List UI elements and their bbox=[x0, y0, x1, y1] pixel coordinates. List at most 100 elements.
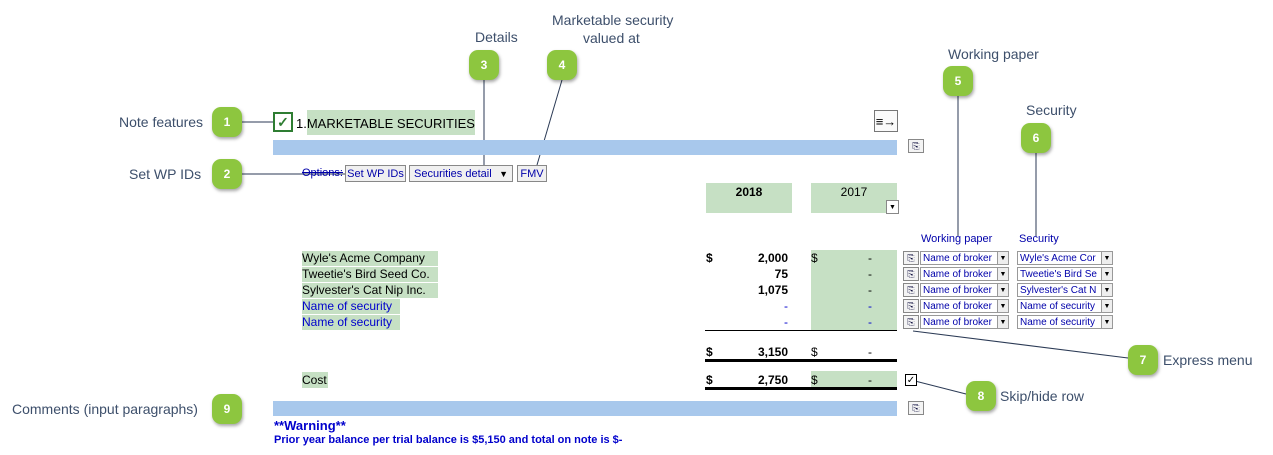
total-prior-dollar: $ bbox=[811, 345, 818, 359]
fmv-button[interactable]: FMV bbox=[517, 165, 547, 182]
screenshot-root: Note features Set WP IDs Details Marketa… bbox=[0, 0, 1273, 455]
dropdown-arrow-icon: ▼ bbox=[1101, 252, 1112, 264]
callout-badge-2: 2 bbox=[212, 159, 242, 189]
callout-badge-9: 9 bbox=[212, 394, 242, 424]
working-paper-value: Name of broker bbox=[923, 252, 992, 264]
row-prior: - bbox=[868, 315, 872, 329]
security-dropdown[interactable]: Tweetie's Bird Se ▼ bbox=[1017, 267, 1113, 281]
callout-comments: Comments (input paragraphs) bbox=[12, 401, 198, 417]
dropdown-arrow-icon: ▼ bbox=[997, 252, 1008, 264]
security-value: Tweetie's Bird Se bbox=[1020, 268, 1097, 280]
comments-bar[interactable] bbox=[273, 401, 897, 416]
dropdown-arrow-icon: ▼ bbox=[1101, 268, 1112, 280]
security-dropdown[interactable]: Name of security ▼ bbox=[1017, 299, 1113, 313]
cost-prior: - bbox=[868, 373, 872, 387]
options-label: Options: bbox=[302, 167, 343, 179]
security-value: Wyle's Acme Cor bbox=[1020, 252, 1096, 264]
note-checkbox[interactable]: ✓ bbox=[273, 112, 293, 132]
working-paper-value: Name of broker bbox=[923, 268, 992, 280]
working-paper-value: Name of broker bbox=[923, 284, 992, 296]
row-label: Name of security bbox=[302, 315, 393, 329]
row-express-menu-icon[interactable]: ⎘ bbox=[903, 315, 919, 329]
securities-detail-label: Securities detail bbox=[414, 167, 492, 180]
security-dropdown[interactable]: Sylvester's Cat N ▼ bbox=[1017, 283, 1113, 297]
year-gap bbox=[792, 198, 802, 213]
working-paper-dropdown[interactable]: Name of broker ▼ bbox=[920, 251, 1009, 265]
dropdown-arrow-icon: ▼ bbox=[997, 316, 1008, 328]
express-menu-icon[interactable]: ⎘ bbox=[908, 139, 924, 153]
row-prior: - bbox=[868, 283, 872, 297]
callout-marketable-security-1: Marketable security bbox=[552, 12, 674, 28]
security-value: Sylvester's Cat N bbox=[1020, 284, 1097, 296]
cost-prior-dollar: $ bbox=[811, 373, 818, 387]
callout-lines bbox=[241, 79, 1129, 395]
working-paper-dropdown[interactable]: Name of broker ▼ bbox=[920, 315, 1009, 329]
callout-express-menu: Express menu bbox=[1163, 352, 1253, 368]
securities-detail-dropdown[interactable]: Securities detail ▼ bbox=[409, 165, 513, 182]
note-heading-bar[interactable] bbox=[273, 140, 897, 155]
security-value: Name of security bbox=[1020, 316, 1096, 328]
row-prior-dollar: $ bbox=[811, 251, 818, 265]
row-label: Tweetie's Bird Seed Co. bbox=[302, 267, 430, 281]
dropdown-arrow-icon: ▼ bbox=[997, 268, 1008, 280]
callout-details: Details bbox=[475, 29, 518, 45]
cost-current: 2,750 bbox=[757, 373, 788, 387]
dropdown-arrow-icon: ▼ bbox=[1101, 284, 1112, 296]
dropdown-arrow-icon: ▼ bbox=[1101, 300, 1112, 312]
row-label: Name of security bbox=[302, 299, 393, 313]
callout-badge-8: 8 bbox=[966, 381, 996, 411]
callout-badge-1: 1 bbox=[212, 107, 242, 137]
rows-underline bbox=[705, 330, 897, 331]
security-dropdown[interactable]: Name of security ▼ bbox=[1017, 315, 1113, 329]
warning-title: **Warning** bbox=[274, 418, 346, 433]
note-menu-icon[interactable]: ≡→ bbox=[874, 110, 898, 132]
row-prior: - bbox=[868, 251, 872, 265]
row-current: - bbox=[784, 315, 788, 329]
row-current: 75 bbox=[774, 267, 788, 281]
total-dollar: $ bbox=[706, 345, 713, 359]
callout-badge-6: 6 bbox=[1021, 123, 1051, 153]
row-express-menu-icon[interactable]: ⎘ bbox=[903, 251, 919, 265]
callout-badge-3: 3 bbox=[469, 50, 499, 80]
cost-underline bbox=[705, 387, 897, 390]
row-current: 1,075 bbox=[757, 283, 788, 297]
row-current: 2,000 bbox=[757, 251, 788, 265]
working-paper-dropdown[interactable]: Name of broker ▼ bbox=[920, 299, 1009, 313]
col-working-paper: Working paper bbox=[921, 233, 993, 245]
callout-badge-5: 5 bbox=[943, 66, 973, 96]
col-security: Security bbox=[1019, 233, 1059, 245]
working-paper-dropdown[interactable]: Name of broker ▼ bbox=[920, 267, 1009, 281]
dropdown-arrow-icon: ▼ bbox=[499, 168, 508, 179]
row-express-menu-icon[interactable]: ⎘ bbox=[903, 283, 919, 297]
cost-dollar: $ bbox=[706, 373, 713, 387]
callout-note-features: Note features bbox=[119, 114, 204, 130]
row-label: Sylvester's Cat Nip Inc. bbox=[302, 283, 426, 297]
total-current: 3,150 bbox=[757, 345, 788, 359]
total-underline bbox=[705, 359, 897, 362]
row-express-menu-icon[interactable]: ⎘ bbox=[903, 267, 919, 281]
callout-badge-7: 7 bbox=[1128, 345, 1158, 375]
dropdown-arrow-icon: ▼ bbox=[1101, 316, 1112, 328]
callout-security: Security bbox=[1026, 102, 1077, 118]
warning-message: Prior year balance per trial balance is … bbox=[274, 434, 623, 446]
working-paper-value: Name of broker bbox=[923, 300, 992, 312]
year-prior: 2017 bbox=[840, 185, 868, 199]
callout-set-wp-ids: Set WP IDs bbox=[129, 166, 202, 182]
working-paper-dropdown[interactable]: Name of broker ▼ bbox=[920, 283, 1009, 297]
total-prior: - bbox=[868, 345, 872, 359]
year-dropdown-arrow-icon[interactable]: ▼ bbox=[886, 200, 899, 214]
row-prior: - bbox=[868, 267, 872, 281]
comments-express-icon[interactable]: ⎘ bbox=[908, 401, 924, 415]
note-title: 1.MARKETABLE SECURITIES bbox=[296, 116, 475, 131]
row-current: - bbox=[784, 299, 788, 313]
set-wp-ids-button[interactable]: Set WP IDs bbox=[345, 165, 406, 182]
working-paper-value: Name of broker bbox=[923, 316, 992, 328]
row-dollar: $ bbox=[706, 251, 713, 265]
callout-badge-4: 4 bbox=[547, 50, 577, 80]
skip-hide-row-checkbox[interactable]: ✓ bbox=[905, 374, 917, 386]
row-express-menu-icon[interactable]: ⎘ bbox=[903, 299, 919, 313]
row-label: Wyle's Acme Company bbox=[302, 251, 425, 265]
dropdown-arrow-icon: ▼ bbox=[997, 300, 1008, 312]
security-dropdown[interactable]: Wyle's Acme Cor ▼ bbox=[1017, 251, 1113, 265]
dropdown-arrow-icon: ▼ bbox=[997, 284, 1008, 296]
